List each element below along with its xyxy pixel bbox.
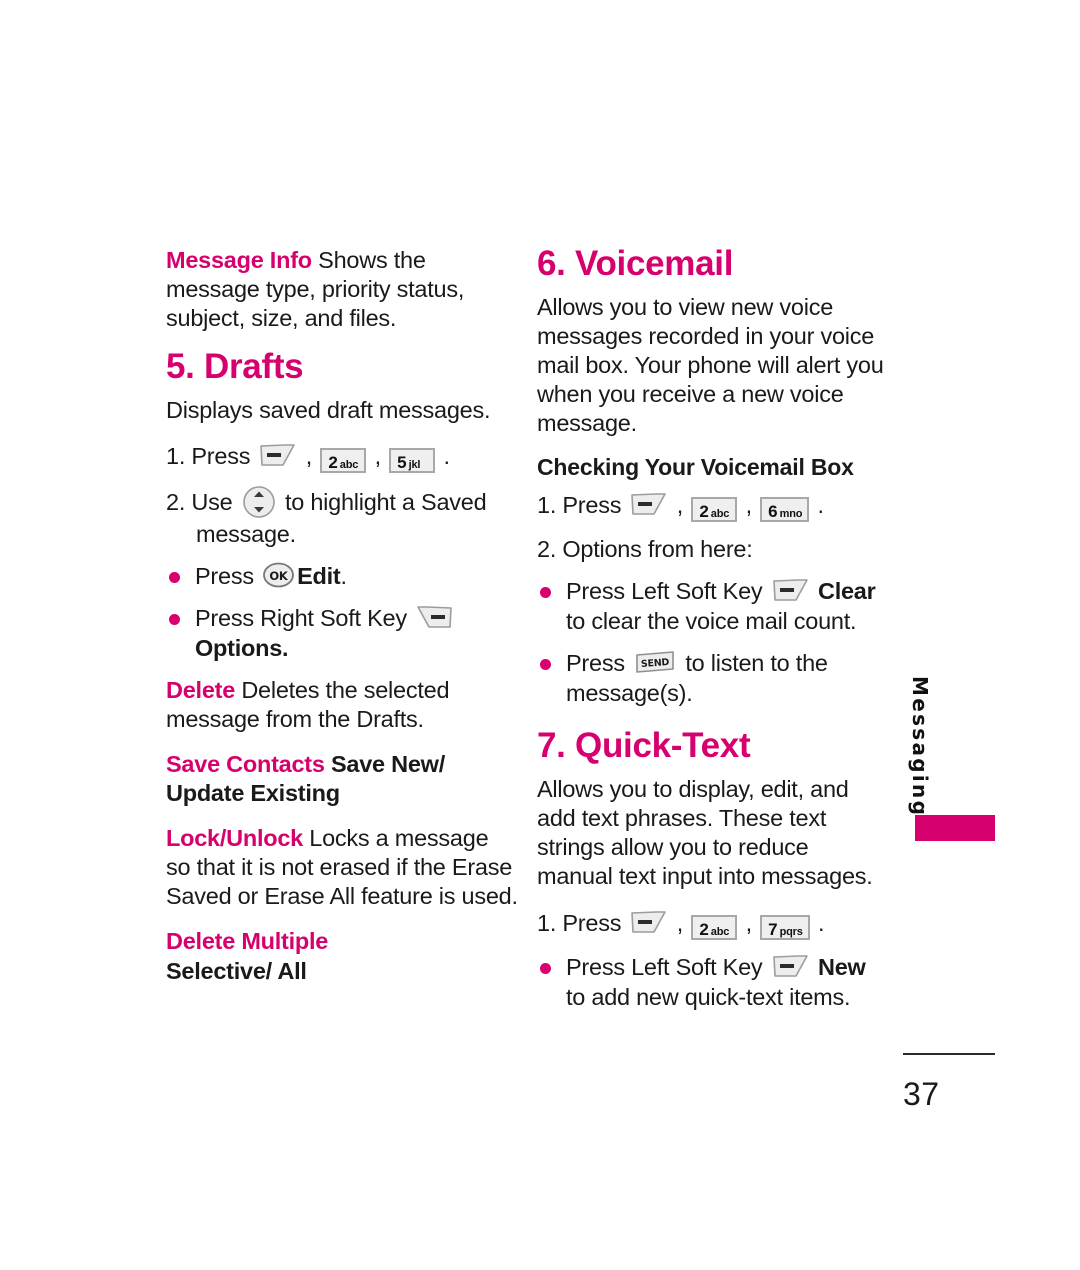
voicemail-step-1: 1. Press , 2 abc , 6 mno .	[537, 490, 889, 522]
drafts-step-1: 1. Press , 2 abc , 5 jkl .	[166, 441, 518, 474]
drafts-bullet-options-prefix: Press Right Soft Key	[195, 605, 407, 632]
drafts-bullet-options: Press Right Soft Key Options.	[166, 603, 518, 663]
drafts-bullet-edit-label: Edit	[297, 563, 341, 590]
bullet-dot-icon	[169, 572, 180, 584]
keypad-key-letters: mno	[779, 507, 803, 520]
lock-unlock-term: Lock/Unlock	[166, 825, 303, 852]
keypad-key-icon: 7 pqrs	[760, 914, 810, 940]
keypad-key-icon: 6 mno	[760, 496, 810, 522]
drafts-delete-paragraph: Delete Deletes the selected message from…	[166, 676, 518, 734]
bullet-dot-icon	[540, 962, 551, 974]
drafts-delete-multiple-paragraph: Delete Multiple Selective/ All	[166, 927, 518, 985]
drafts-heading: 5. Drafts	[166, 347, 304, 387]
keypad-key-digit: 2	[328, 453, 338, 473]
quick-text-bullet-new-suffix: to add new quick-text items.	[566, 983, 851, 1010]
keypad-key-letters: jkl	[408, 459, 421, 472]
drafts-step-2: 2. Use to highlight a Saved message.	[166, 485, 518, 549]
page-number: 37	[903, 1076, 940, 1112]
bullet-dot-icon	[169, 614, 180, 626]
quick-text-step-1-prefix: 1. Press	[537, 909, 622, 936]
keypad-key-letters: pqrs	[779, 925, 803, 938]
voicemail-step-1-sep-1: ,	[676, 491, 684, 518]
drafts-lock-unlock-paragraph: Lock/Unlock Locks a message so that it i…	[166, 824, 518, 911]
voicemail-subheading: Checking Your Voicemail Box	[537, 454, 854, 481]
ok-key-icon: OK	[262, 562, 295, 588]
delete-multiple-term: Delete Multiple	[166, 928, 329, 955]
quick-text-intro: Allows you to display, edit, and add tex…	[537, 776, 873, 890]
keypad-key-icon: 5 jkl	[389, 448, 436, 474]
drafts-step-1-sep-2: ,	[374, 443, 382, 470]
quick-text-step-1-end: .	[817, 909, 825, 936]
svg-text:OK: OK	[270, 569, 290, 583]
drafts-bullet-options-suffix: .	[282, 635, 289, 662]
voicemail-bullet-send: Press SEND to listen to the message(s).	[537, 648, 889, 708]
drafts-save-contacts-paragraph: Save Contacts Save New/ Update Existing	[166, 750, 518, 808]
keypad-key-digit: 5	[397, 453, 407, 473]
chapter-tab-label: Messaging	[908, 676, 932, 818]
right-soft-key-icon	[416, 604, 453, 630]
voicemail-bullet-send-prefix: Press	[566, 650, 625, 677]
voicemail-step-2: 2. Options from here:	[537, 535, 753, 562]
keypad-key-icon: 2 abc	[691, 914, 738, 940]
drafts-bullet-edit: Press OK Edit.	[166, 561, 518, 591]
quick-text-bullet-new: Press Left Soft Key New to add new quick…	[537, 952, 889, 1012]
left-soft-key-icon	[772, 953, 809, 979]
drafts-step-1-prefix: 1. Press	[166, 443, 251, 470]
bullet-dot-icon	[540, 659, 551, 671]
voicemail-bullet-clear-prefix: Press Left Soft Key	[566, 578, 763, 605]
chapter-tab-swatch	[915, 815, 995, 841]
manual-page: Message Info Shows the message type, pri…	[0, 0, 1080, 1270]
drafts-step-1-sep-1: ,	[305, 443, 313, 470]
delete-term: Delete	[166, 676, 236, 703]
keypad-key-icon: 2 abc	[691, 496, 738, 522]
send-key-icon: SEND	[634, 650, 676, 675]
drafts-bullet-edit-suffix: .	[340, 563, 348, 590]
keypad-key-letters: abc	[710, 925, 730, 938]
chapter-tab: Messaging	[903, 676, 937, 818]
drafts-step-1-end: .	[443, 443, 450, 470]
voicemail-heading: 6. Voicemail	[537, 244, 734, 283]
drafts-bullet-options-label: Options	[195, 635, 283, 662]
drafts-step-2-prefix: 2. Use	[166, 489, 233, 516]
quick-text-step-1-sep-1: ,	[676, 909, 684, 936]
drafts-intro: Displays saved draft messages.	[166, 397, 491, 424]
voicemail-bullet-clear: Press Left Soft Key Clear to clear the v…	[537, 576, 889, 636]
left-column: Message Info Shows the message type, pri…	[166, 246, 518, 1002]
footer-rule	[903, 1053, 995, 1055]
keypad-key-digit: 7	[768, 919, 778, 939]
quick-text-bullet-new-prefix: Press Left Soft Key	[566, 953, 763, 980]
keypad-key-letters: abc	[710, 507, 730, 520]
left-soft-key-icon	[630, 491, 667, 517]
quick-text-heading: 7. Quick-Text	[537, 726, 751, 766]
left-soft-key-icon	[630, 909, 667, 935]
navigation-wheel-icon	[242, 485, 276, 519]
bullet-dot-icon	[540, 587, 551, 599]
save-contacts-term: Save Contacts	[166, 750, 325, 777]
keypad-key-digit: 2	[699, 501, 709, 521]
keypad-key-digit: 6	[768, 501, 778, 521]
svg-text:SEND: SEND	[641, 657, 670, 670]
keypad-key-letters: abc	[339, 459, 359, 472]
voicemail-bullet-clear-suffix: to clear the voice mail count.	[566, 608, 857, 635]
voicemail-step-1-sep-2: ,	[745, 491, 753, 518]
message-info-paragraph: Message Info Shows the message type, pri…	[166, 246, 518, 333]
left-soft-key-icon	[772, 577, 809, 603]
voicemail-step-1-prefix: 1. Press	[537, 491, 622, 518]
delete-multiple-description: Selective/ All	[166, 957, 307, 984]
message-info-term: Message Info	[166, 247, 312, 273]
quick-text-bullet-new-label: New	[817, 953, 866, 980]
right-column: 6. Voicemail Allows you to view new voic…	[537, 244, 889, 1024]
left-soft-key-icon	[259, 442, 296, 468]
voicemail-intro: Allows you to view new voice messages re…	[537, 293, 884, 437]
quick-text-step-1-sep-2: ,	[745, 909, 753, 936]
voicemail-step-1-end: .	[817, 491, 825, 518]
quick-text-step-1: 1. Press , 2 abc , 7 pqrs .	[537, 908, 889, 940]
drafts-bullet-edit-prefix: Press	[195, 563, 254, 590]
drafts-step-2-suffix: to highlight a Saved message.	[196, 489, 487, 548]
keypad-key-digit: 2	[699, 919, 709, 939]
voicemail-bullet-clear-label: Clear	[817, 578, 876, 605]
keypad-key-icon: 2 abc	[320, 448, 367, 474]
